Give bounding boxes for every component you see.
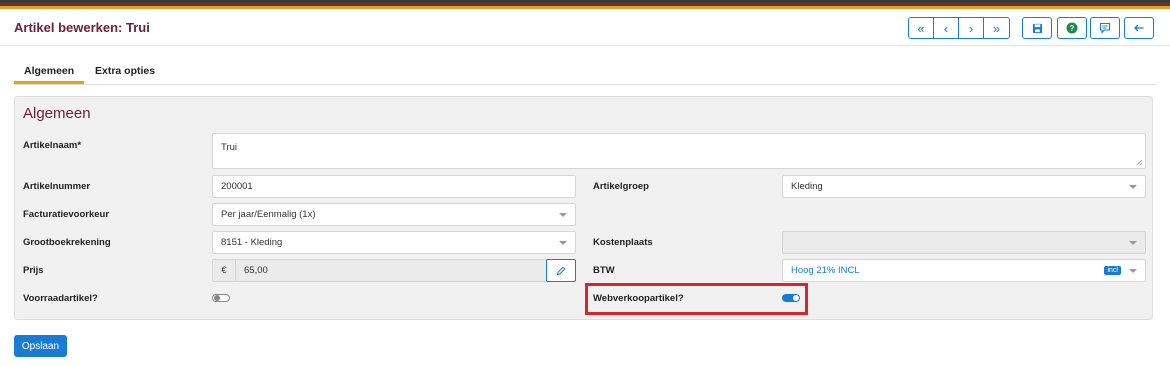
btw-label: BTW [593,265,615,276]
edit-price-button[interactable] [546,259,576,282]
chevron-down-icon [559,212,567,217]
artikelnaam-value: Trui [221,142,238,153]
toggle-knob [214,295,220,301]
help-icon: ? [1066,22,1078,34]
help-icon-button[interactable]: ? [1057,17,1087,39]
grootboekrekening-value: 8151 - Kleding [221,237,283,248]
tab-extra-opties[interactable]: Extra opties [95,65,155,77]
kostenplaats-label: Kostenplaats [593,237,653,248]
artikelgroep-value: Kleding [791,181,823,192]
artikelnaam-textarea[interactable]: Trui [212,133,1146,169]
next-record-button[interactable]: › [959,18,984,38]
prijs-label: Prijs [23,265,44,276]
highlight-box [585,283,808,315]
record-navigation: « ‹ › » [908,17,1010,39]
btw-value: Hoog 21% INCL [791,265,860,276]
incl-badge: incl [1104,266,1121,275]
facturatievoorkeur-select[interactable]: Per jaar/Eenmalig (1x) [212,203,576,226]
arrow-left-icon [1134,24,1144,32]
page-header: Artikel bewerken: Trui « ‹ › » ? [0,9,1170,46]
tab-bar: Algemeen Extra opties [14,59,1156,85]
save-icon-button[interactable] [1022,17,1052,39]
artikelnaam-label: Artikelnaam* [23,140,82,151]
save-button[interactable]: Opslaan [14,335,67,357]
previous-record-button[interactable]: ‹ [934,18,959,38]
comment-icon-button[interactable] [1090,17,1120,39]
panel-title: Algemeen [23,105,91,122]
facturatievoorkeur-label: Facturatievoorkeur [23,209,110,220]
voorraadartikel-label: Voorraadartikel? [23,293,98,304]
chevron-down-icon [1129,240,1137,245]
voorraadartikel-toggle[interactable] [212,294,230,302]
comment-icon [1099,22,1111,34]
btw-select[interactable]: Hoog 21% INCL incl [782,259,1146,282]
currency-addon: € [212,259,236,282]
artikelnummer-input[interactable]: 200001 [212,175,576,198]
artikelnummer-label: Artikelnummer [23,181,91,192]
resize-handle-icon [1136,159,1143,166]
grootboekrekening-label: Grootboekrekening [23,237,111,248]
page-title: Artikel bewerken: Trui [14,20,150,35]
chevron-down-icon [1129,268,1137,273]
general-panel: Algemeen Artikelnaam* Trui Artikelnummer… [14,96,1153,320]
artikelnummer-value: 200001 [221,181,253,192]
artikelgroep-label: Artikelgroep [593,181,649,192]
save-icon [1032,23,1042,33]
last-record-button[interactable]: » [984,18,1009,38]
facturatievoorkeur-value: Per jaar/Eenmalig (1x) [221,209,316,220]
prijs-input[interactable]: 65,00 [235,259,547,282]
svg-text:?: ? [1070,24,1075,33]
tab-algemeen[interactable]: Algemeen [24,65,74,77]
currency-symbol: € [221,265,227,276]
pencil-icon [556,266,566,275]
top-stripe [0,0,1170,9]
kostenplaats-select[interactable] [782,231,1146,254]
chevron-down-icon [1129,184,1137,189]
grootboekrekening-select[interactable]: 8151 - Kleding [212,231,576,254]
chevron-down-icon [559,240,567,245]
first-record-button[interactable]: « [909,18,934,38]
active-tab-indicator [14,81,84,84]
artikelgroep-select[interactable]: Kleding [782,175,1146,198]
prijs-value: 65,00 [244,265,268,276]
back-icon-button[interactable] [1124,17,1154,39]
